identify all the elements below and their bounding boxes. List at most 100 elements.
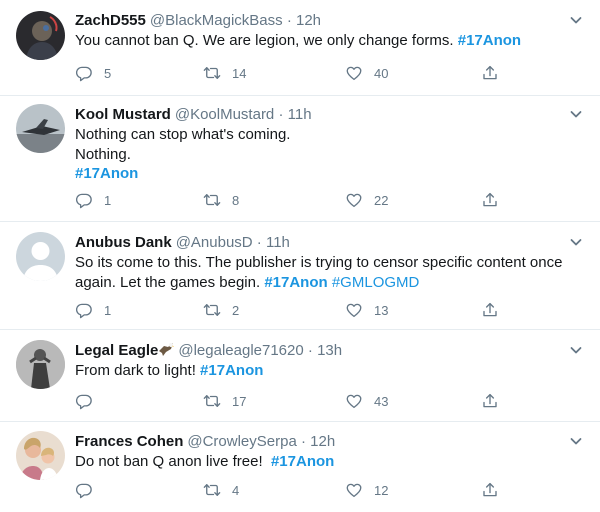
avatar[interactable]	[16, 232, 65, 281]
reply-icon	[75, 191, 93, 209]
share-button[interactable]	[481, 63, 499, 83]
heart-icon	[345, 481, 363, 499]
share-button[interactable]	[481, 480, 499, 500]
separator: ·	[307, 342, 313, 359]
retweet-button[interactable]: 2	[203, 300, 239, 320]
share-icon	[481, 64, 499, 82]
tweet[interactable]: Kool Mustard @KoolMustard · 11h Nothing c…	[0, 96, 600, 222]
reply-count: 1	[104, 302, 112, 318]
hashtag[interactable]: #17Anon	[271, 453, 334, 470]
chevron-down-icon[interactable]	[568, 342, 584, 358]
tweet[interactable]: ZachD555 @BlackMagickBass · 12h You canno…	[0, 0, 600, 96]
retweet-button[interactable]: 8	[203, 190, 239, 210]
reply-button[interactable]	[75, 480, 104, 500]
retweet-button[interactable]: 17	[203, 391, 246, 411]
retweet-count: 14	[232, 65, 247, 81]
avatar[interactable]	[16, 104, 65, 153]
reply-icon	[75, 301, 93, 319]
timestamp[interactable]: 12h	[296, 12, 321, 29]
author-name[interactable]: Frances Cohen	[75, 433, 183, 450]
retweet-icon	[203, 191, 221, 209]
separator: ·	[278, 106, 284, 123]
like-count: 43	[374, 393, 389, 409]
share-icon	[481, 191, 499, 209]
heart-icon	[345, 301, 363, 319]
author-name[interactable]: Kool Mustard	[75, 106, 171, 123]
retweet-icon	[203, 64, 221, 82]
heart-icon	[345, 191, 363, 209]
reply-button[interactable]: 5	[75, 63, 111, 83]
author-name[interactable]: Anubus Dank	[75, 234, 172, 251]
tweet-feed: ZachD555 @BlackMagickBass · 12h You canno…	[0, 0, 600, 512]
eagle-emoji-icon	[159, 343, 175, 356]
like-count: 22	[374, 192, 389, 208]
heart-icon	[345, 64, 363, 82]
tweet[interactable]: Anubus Dank @AnubusD · 11h So its come to…	[0, 222, 600, 330]
author-handle[interactable]: @AnubusD	[176, 234, 253, 251]
share-button[interactable]	[481, 300, 499, 320]
hashtag[interactable]: #17Anon	[200, 362, 263, 379]
like-count: 12	[374, 482, 389, 498]
tweet-text: Nothing can stop what's coming. Nothing.…	[75, 126, 291, 182]
reply-button[interactable]: 1	[75, 190, 111, 210]
tweet[interactable]: Legal Eagle @legaleagle71620 · 13h From d…	[0, 330, 600, 422]
separator: ·	[300, 433, 306, 450]
share-button[interactable]	[481, 190, 499, 210]
author-handle[interactable]: @BlackMagickBass	[150, 12, 283, 29]
share-icon	[481, 392, 499, 410]
author-name[interactable]: ZachD555	[75, 12, 146, 29]
reply-count: 5	[104, 65, 112, 81]
like-button[interactable]: 13	[345, 300, 388, 320]
like-button[interactable]: 12	[345, 480, 388, 500]
timestamp[interactable]: 11h	[288, 106, 312, 123]
hashtag[interactable]: #17Anon	[264, 274, 327, 291]
tweet-text: From dark to light! #17Anon	[75, 362, 264, 379]
author-name[interactable]: Legal Eagle	[75, 342, 158, 359]
timestamp[interactable]: 12h	[310, 433, 335, 450]
tweet-text: Do not ban Q anon live free! #17Anon	[75, 453, 335, 470]
separator: ·	[286, 12, 292, 29]
like-count: 13	[374, 302, 389, 318]
like-count: 40	[374, 65, 389, 81]
hashtag[interactable]: #17Anon	[75, 165, 138, 182]
timestamp[interactable]: 11h	[266, 234, 290, 251]
reply-count: 1	[104, 192, 112, 208]
reply-icon	[75, 392, 93, 410]
tweet-text: So its come to this. The publisher is tr…	[75, 254, 563, 291]
heart-icon	[345, 392, 363, 410]
share-button[interactable]	[481, 391, 499, 411]
retweet-count: 17	[232, 393, 247, 409]
retweet-icon	[203, 301, 221, 319]
separator: ·	[256, 234, 262, 251]
chevron-down-icon[interactable]	[568, 12, 584, 28]
avatar[interactable]	[16, 431, 65, 480]
author-handle[interactable]: @KoolMustard	[175, 106, 274, 123]
author-handle[interactable]: @CrowleySerpa	[187, 433, 296, 450]
like-button[interactable]: 43	[345, 391, 388, 411]
like-button[interactable]: 22	[345, 190, 388, 210]
author-handle[interactable]: @legaleagle71620	[178, 342, 303, 359]
reply-icon	[75, 64, 93, 82]
retweet-count: 4	[232, 482, 240, 498]
reply-button[interactable]	[75, 391, 104, 411]
tweet-text: You cannot ban Q. We are legion, we only…	[75, 32, 522, 49]
like-button[interactable]: 40	[345, 63, 388, 83]
reply-button[interactable]: 1	[75, 300, 111, 320]
retweet-button[interactable]: 14	[203, 63, 246, 83]
chevron-down-icon[interactable]	[568, 234, 584, 250]
hashtag[interactable]: #17Anon	[458, 32, 521, 49]
chevron-down-icon[interactable]	[568, 433, 584, 449]
retweet-icon	[203, 392, 221, 410]
avatar[interactable]	[16, 340, 65, 389]
timestamp[interactable]: 13h	[317, 342, 342, 359]
retweet-count: 2	[232, 302, 240, 318]
share-icon	[481, 481, 499, 499]
reply-icon	[75, 481, 93, 499]
tweet[interactable]: Frances Cohen @CrowleySerpa · 12h Do not …	[0, 422, 600, 512]
retweet-icon	[203, 481, 221, 499]
chevron-down-icon[interactable]	[568, 106, 584, 122]
retweet-button[interactable]: 4	[203, 480, 239, 500]
hashtag[interactable]: #GMLOGMD	[332, 274, 420, 291]
retweet-count: 8	[232, 192, 240, 208]
avatar[interactable]	[16, 11, 65, 60]
